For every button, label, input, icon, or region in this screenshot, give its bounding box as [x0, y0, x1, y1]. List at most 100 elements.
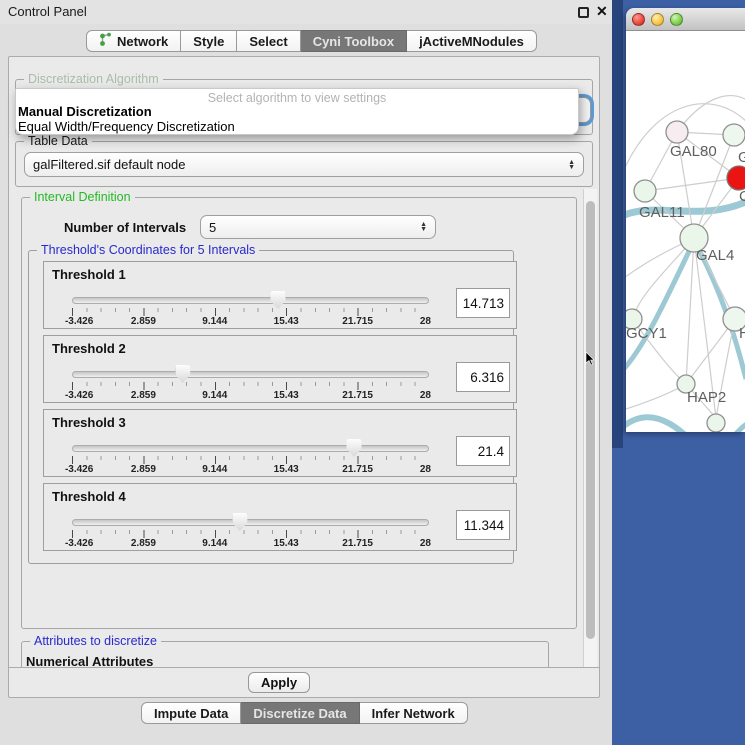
tab-style[interactable]: Style: [181, 30, 237, 52]
node-partial-top[interactable]: [723, 124, 745, 146]
slider-track[interactable]: [72, 297, 429, 304]
tick-label: 2.859: [131, 390, 156, 401]
tick-label: -3.426: [65, 538, 93, 549]
tick-label: 15.43: [274, 464, 299, 475]
tab-jactivemnodules[interactable]: jActiveMNodules: [407, 30, 537, 52]
threshold-coordinates-label: Threshold's Coordinates for 5 Intervals: [37, 243, 259, 257]
tab-network[interactable]: Network: [86, 30, 181, 52]
tick-label: 9.144: [202, 464, 227, 475]
number-of-intervals-label: Number of Intervals: [64, 220, 186, 235]
slider-tick-labels: -3.426 2.859 9.144 15.43 21.715 28: [72, 464, 429, 475]
label-partial-mid: C: [739, 188, 745, 205]
threshold-2-panel: Threshold 2 -3.426 2.859 9.144 15.43 21.…: [43, 335, 517, 403]
tick-label: -3.426: [65, 464, 93, 475]
number-of-intervals-value: 5: [209, 220, 216, 235]
slider-tick-labels: -3.426 2.859 9.144 15.43 21.715 28: [72, 390, 429, 401]
node-gal11[interactable]: [634, 180, 656, 202]
control-panel: Control Panel ✕ Network Style Select Cyn…: [0, 0, 612, 745]
tick-label: 9.144: [202, 316, 227, 327]
zoom-traffic-icon[interactable]: [670, 13, 683, 26]
tick-label: -3.426: [65, 316, 93, 327]
apply-button[interactable]: Apply: [248, 672, 310, 693]
tab-jactive-label: jActiveMNodules: [419, 34, 524, 49]
node-selected[interactable]: [727, 166, 745, 190]
tab-infer-network[interactable]: Infer Network: [360, 702, 468, 724]
slider-ticks: [72, 456, 429, 464]
threshold-1-value-field[interactable]: 14.713: [456, 288, 510, 318]
slider-thumb[interactable]: [271, 291, 286, 309]
apply-button-label: Apply: [261, 675, 297, 690]
algorithm-hint: Select algorithm to view settings: [16, 91, 578, 105]
slider-thumb[interactable]: [347, 439, 362, 457]
viewport-scrollbar[interactable]: [583, 189, 597, 667]
panel-title: Control Panel: [8, 4, 87, 19]
threshold-4-value-field[interactable]: 11.344: [456, 510, 510, 540]
threshold-3-value-field[interactable]: 21.4: [456, 436, 510, 466]
threshold-coordinates-group: Threshold's Coordinates for 5 Intervals …: [28, 250, 514, 564]
label-partial-top: GA: [738, 149, 745, 166]
tick-label: 21.715: [342, 464, 373, 475]
slider-thumb[interactable]: [232, 513, 247, 531]
settings-scroll-viewport: Interval Definition Number of Intervals …: [13, 189, 597, 667]
slider-track[interactable]: [72, 371, 429, 378]
number-of-intervals-combobox[interactable]: 5 ▲▼: [200, 215, 436, 239]
label-gal4: GAL4: [696, 247, 734, 264]
threshold-1-panel: Threshold 1 -3.426 2.859 9.144 15.43 21.…: [43, 261, 517, 329]
network-canvas[interactable]: GAL80 GA C GAL11 GAL4 GCY1 H HAP2: [626, 31, 745, 432]
tab-discretize-data[interactable]: Discretize Data: [241, 702, 359, 724]
slider-thumb[interactable]: [175, 365, 190, 383]
tick-label: 28: [420, 464, 431, 475]
table-data-value: galFiltered.sif default node: [33, 157, 185, 172]
threshold-3-slider[interactable]: -3.426 2.859 9.144 15.43 21.715 28: [72, 440, 429, 474]
close-traffic-icon[interactable]: [632, 13, 645, 26]
threshold-2-value-field[interactable]: 6.316: [456, 362, 510, 392]
interval-definition-label: Interval Definition: [30, 190, 135, 204]
network-window-titlebar: [626, 8, 745, 31]
stepper-icon: ▲▼: [568, 160, 575, 170]
tab-style-label: Style: [193, 34, 224, 49]
algorithm-option-manual[interactable]: Manual Discretization: [18, 104, 152, 119]
close-icon[interactable]: ✕: [596, 3, 608, 20]
slider-track[interactable]: [72, 519, 429, 526]
label-gal11: GAL11: [639, 204, 685, 221]
tab-cyni-label: Cyni Toolbox: [313, 34, 394, 49]
slider-ticks: [72, 382, 429, 390]
tab-select[interactable]: Select: [237, 30, 300, 52]
threshold-4-slider[interactable]: -3.426 2.859 9.144 15.43 21.715 28: [72, 514, 429, 548]
divider: [9, 667, 599, 668]
tab-network-label: Network: [117, 34, 168, 49]
minimize-traffic-icon[interactable]: [651, 13, 664, 26]
interval-definition-group: Interval Definition Number of Intervals …: [21, 197, 577, 629]
threshold-1-slider[interactable]: -3.426 2.859 9.144 15.43 21.715 28: [72, 292, 429, 326]
tab-discretize-label: Discretize Data: [253, 706, 346, 721]
tab-cyni-toolbox[interactable]: Cyni Toolbox: [301, 30, 407, 52]
tab-select-label: Select: [249, 34, 287, 49]
nodes[interactable]: [626, 121, 745, 432]
control-panel-titlebar: Control Panel ✕: [0, 0, 612, 24]
cyni-toolbox-panel: Discretization Algorithm Select algorith…: [8, 56, 600, 698]
float-window-icon[interactable]: [578, 7, 589, 18]
table-data-combobox[interactable]: galFiltered.sif default node ▲▼: [24, 152, 584, 177]
threshold-1-title: Threshold 1: [52, 267, 126, 282]
tick-label: 28: [420, 316, 431, 327]
tab-infer-label: Infer Network: [372, 706, 455, 721]
table-data-label: Table Data: [24, 134, 92, 148]
discretization-algorithm-label: Discretization Algorithm: [24, 72, 163, 86]
label-hap2: HAP2: [687, 389, 726, 406]
tab-impute-data[interactable]: Impute Data: [141, 702, 241, 724]
node-gal80[interactable]: [666, 121, 688, 143]
threshold-4-title: Threshold 4: [52, 489, 126, 504]
threshold-2-slider[interactable]: -3.426 2.859 9.144 15.43 21.715 28: [72, 366, 429, 400]
threshold-4-panel: Threshold 4 -3.426 2.859 9.144 15.43 21.…: [43, 483, 517, 551]
slider-track[interactable]: [72, 445, 429, 452]
tick-label: 15.43: [274, 538, 299, 549]
node-partial-bottom[interactable]: [707, 414, 725, 432]
attributes-group-label: Attributes to discretize: [30, 634, 161, 648]
desktop-background: GAL80 GA C GAL11 GAL4 GCY1 H HAP2 Table …: [612, 0, 745, 745]
slider-ticks: [72, 308, 429, 316]
slider-tick-labels: -3.426 2.859 9.144 15.43 21.715 28: [72, 538, 429, 549]
slider-ticks: [72, 530, 429, 538]
algorithm-option-equal-width[interactable]: Equal Width/Frequency Discretization: [18, 119, 235, 134]
tick-label: 15.43: [274, 390, 299, 401]
tick-label: -3.426: [65, 390, 93, 401]
